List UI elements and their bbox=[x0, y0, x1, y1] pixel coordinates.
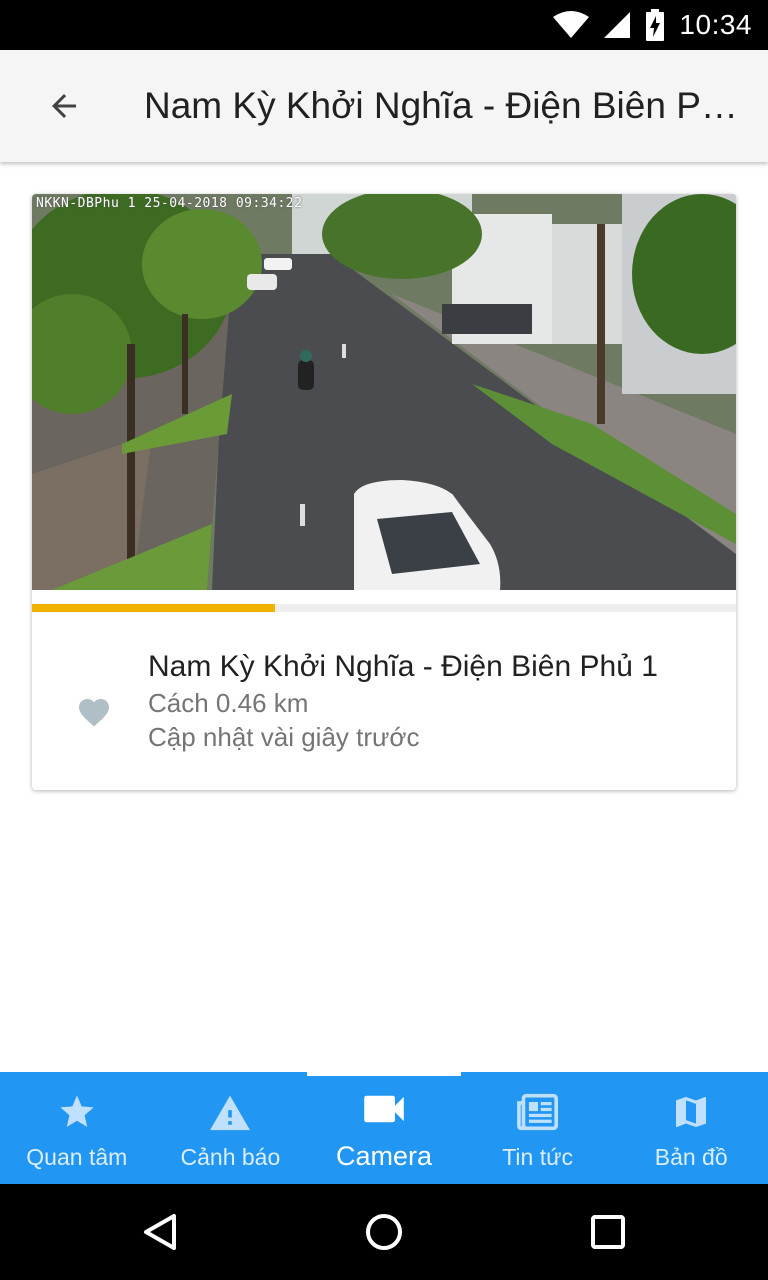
nav-label-quan-tam: Quan tâm bbox=[26, 1144, 128, 1170]
system-back-button[interactable] bbox=[112, 1184, 208, 1280]
nav-label-camera: Camera bbox=[335, 1141, 432, 1171]
camera-info: Nam Kỳ Khởi Nghĩa - Điện Biên Phủ 1 Cách… bbox=[32, 612, 736, 790]
camera-timestamp-overlay: NKKN-DBPhu 1 25-04-2018 09:34:22 bbox=[36, 196, 303, 211]
battery-charging-icon bbox=[646, 9, 665, 41]
system-home-button[interactable] bbox=[336, 1184, 432, 1280]
wifi-icon bbox=[553, 11, 590, 38]
status-icons: 10:34 bbox=[553, 0, 752, 50]
star-icon bbox=[60, 1095, 94, 1127]
nav-item-canh-bao[interactable]: Cảnh báo bbox=[154, 1072, 308, 1184]
nav-label-ban-do: Bản đồ bbox=[654, 1144, 728, 1170]
refresh-progress-bar bbox=[32, 604, 736, 612]
app-screen: 10:34 Nam Kỳ Khởi Nghĩa - Điện Biên Phủ … bbox=[0, 0, 768, 1280]
status-bar: 10:34 bbox=[0, 0, 768, 50]
nav-item-quan-tam[interactable]: Quan tâm bbox=[0, 1072, 154, 1184]
warning-icon bbox=[210, 1095, 251, 1131]
nav-item-ban-do[interactable]: Bản đồ bbox=[614, 1072, 768, 1184]
news-icon bbox=[516, 1093, 558, 1131]
recents-square-icon bbox=[591, 1215, 625, 1249]
map-icon bbox=[676, 1097, 707, 1127]
system-navigation-bar bbox=[0, 1184, 768, 1280]
status-time: 10:34 bbox=[679, 9, 752, 40]
nav-label-canh-bao: Cảnh báo bbox=[180, 1144, 281, 1170]
nav-label-tin-tuc: Tin tức bbox=[502, 1144, 573, 1170]
back-triangle-icon bbox=[144, 1214, 176, 1250]
back-button[interactable] bbox=[16, 50, 112, 162]
camera-name: Nam Kỳ Khởi Nghĩa - Điện Biên Phủ 1 bbox=[148, 650, 658, 683]
nav-item-tin-tuc[interactable]: Tin tức bbox=[461, 1072, 615, 1184]
app-bar: Nam Kỳ Khởi Nghĩa - Điện Biên Phủ 1 bbox=[0, 50, 768, 162]
refresh-progress-fill bbox=[32, 604, 275, 612]
cell-signal-icon bbox=[604, 12, 631, 38]
videocam-icon bbox=[364, 1095, 404, 1123]
arrow-back-icon bbox=[52, 94, 76, 118]
page-title: Nam Kỳ Khởi Nghĩa - Điện Biên Phủ 1 bbox=[144, 85, 744, 126]
camera-updated-time: Cập nhật vài giây trước bbox=[148, 722, 420, 752]
system-recents-button[interactable] bbox=[560, 1184, 656, 1280]
camera-distance: Cách 0.46 km bbox=[148, 688, 309, 718]
camera-card[interactable]: NKKN-DBPhu 1 25-04-2018 09:34:22 Nam Kỳ … bbox=[32, 194, 736, 790]
nav-item-camera[interactable]: Camera bbox=[307, 1072, 461, 1184]
camera-snapshot-image[interactable] bbox=[32, 194, 736, 590]
home-circle-icon bbox=[366, 1214, 402, 1250]
heart-icon[interactable] bbox=[76, 694, 112, 728]
bottom-navigation: Quan tâm Cảnh báo Camera Tin tức Bản đồ bbox=[0, 1072, 768, 1184]
